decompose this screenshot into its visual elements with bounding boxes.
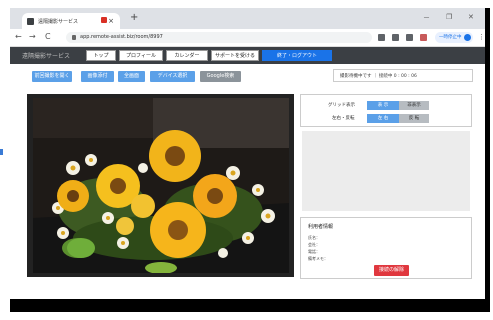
- attach-image-button[interactable]: 画像添付: [81, 71, 114, 82]
- lock-icon: [72, 35, 76, 40]
- info-company: 会社：: [308, 242, 320, 247]
- nav-support-button[interactable]: サポートを受ける: [211, 50, 259, 61]
- brand-title: 遠隔撮影サービス: [22, 53, 71, 60]
- google-search-button[interactable]: Google検索: [200, 71, 241, 82]
- preview-area: [302, 131, 470, 211]
- side-marker: [0, 149, 3, 155]
- minimize-button[interactable]: －: [423, 13, 430, 23]
- app-navbar: 遠隔撮影サービス トップ プロフィール カレンダー サポートを受ける 終了・ログ…: [10, 47, 485, 64]
- address-bar: ← → C app.remote-assist.biz/room/8997 一時…: [10, 29, 485, 47]
- user-info-title: 利用者情報: [308, 224, 334, 230]
- maximize-button[interactable]: ❐: [446, 13, 452, 21]
- device-select-button[interactable]: デバイス選択: [150, 71, 195, 82]
- grid-hide-toggle[interactable]: 非表示: [399, 101, 429, 110]
- nav-top-button[interactable]: トップ: [86, 50, 116, 61]
- new-tab-button[interactable]: +: [130, 13, 138, 23]
- window-close-button[interactable]: ✕: [468, 13, 474, 21]
- grid-label: グリッド表示: [328, 103, 355, 108]
- camera-feed: [33, 98, 289, 273]
- audio-playing-icon[interactable]: [101, 17, 107, 23]
- display-settings-panel: グリッド表示 表 示 非表示 左右・反転 左 右 反 転: [300, 94, 472, 127]
- profile-button[interactable]: 一時停止中: [435, 32, 473, 43]
- back-button[interactable]: ←: [15, 32, 22, 42]
- fullscreen-button[interactable]: 全画面: [118, 71, 145, 82]
- logout-button[interactable]: 終了・ログアウト: [262, 50, 332, 61]
- reload-button[interactable]: C: [45, 32, 51, 42]
- mirror-lr-toggle[interactable]: 左 右: [367, 114, 399, 123]
- browser-tab[interactable]: 遠隔撮影サービス ×: [22, 13, 120, 29]
- nav-calendar-button[interactable]: カレンダー: [166, 50, 208, 61]
- menu-icon[interactable]: ⋮: [478, 32, 485, 42]
- bookmark-star-icon[interactable]: [406, 34, 413, 41]
- favicon-icon: [27, 17, 34, 25]
- profile-label: 一時停止中: [439, 35, 462, 40]
- connection-status: 撮影待機中です ｜ 接続中 0 : 00 : 06: [333, 69, 473, 82]
- flower-arrangement-image: [33, 98, 289, 273]
- url-text: app.remote-assist.biz/room/8997: [80, 34, 163, 40]
- forward-button[interactable]: →: [29, 32, 36, 42]
- mirror-label: 左右・反転: [332, 116, 355, 121]
- info-name: 氏名：: [308, 235, 320, 240]
- tab-title: 遠隔撮影サービス: [38, 18, 79, 25]
- zoom-icon[interactable]: [392, 34, 399, 41]
- avatar: [464, 34, 471, 41]
- tab-bar: 遠隔撮影サービス × + － ❐ ✕: [10, 8, 485, 29]
- cast-icon[interactable]: [378, 34, 385, 41]
- tab-close-icon[interactable]: ×: [108, 17, 114, 25]
- info-memo: 備考メモ：: [308, 256, 328, 261]
- grid-show-toggle[interactable]: 表 示: [367, 101, 399, 110]
- open-last-capture-button[interactable]: 前回撮影を開く: [32, 71, 72, 82]
- nav-profile-button[interactable]: プロフィール: [119, 50, 163, 61]
- extension-icon[interactable]: [420, 34, 427, 41]
- info-phone: 電話：: [308, 249, 320, 254]
- mirror-flip-toggle[interactable]: 反 転: [399, 114, 429, 123]
- disconnect-button[interactable]: 接続の解除: [374, 265, 409, 276]
- url-field[interactable]: app.remote-assist.biz/room/8997: [66, 32, 372, 43]
